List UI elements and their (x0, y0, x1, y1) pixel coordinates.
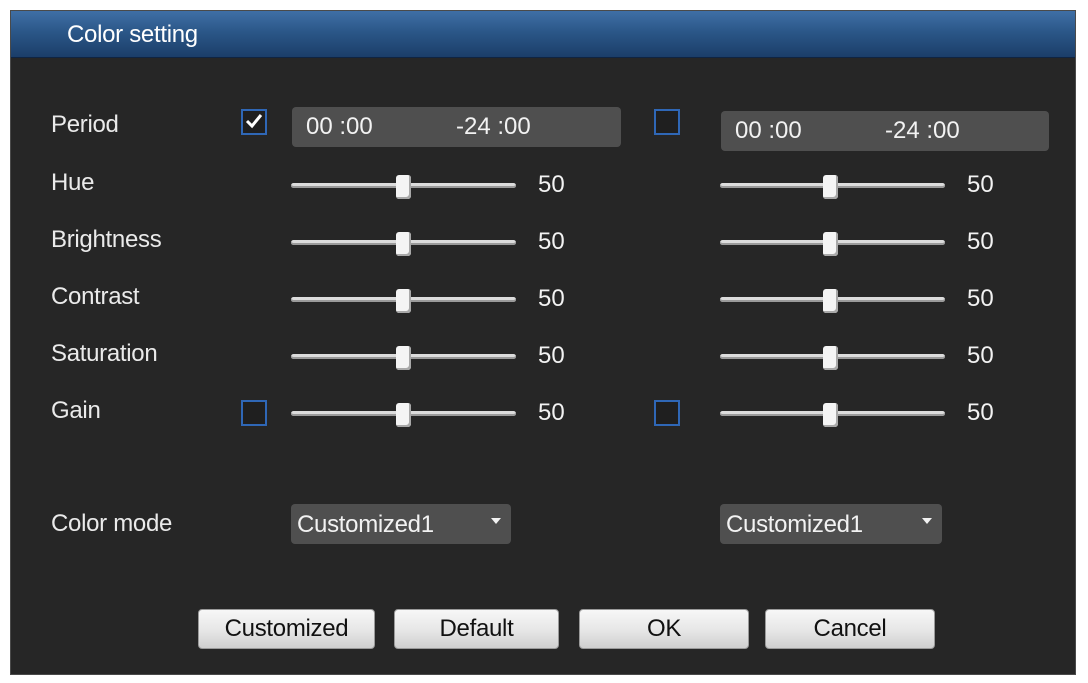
period2-end-time: -24 :00 (885, 117, 960, 144)
gain-value-1: 50 (538, 399, 565, 426)
hue-value-2: 50 (967, 171, 994, 198)
hue-label: Hue (51, 169, 95, 196)
ok-button[interactable]: OK (579, 609, 749, 649)
brightness-value-1: 50 (538, 228, 565, 255)
contrast-value-1: 50 (538, 285, 565, 312)
color-mode-label: Color mode (51, 510, 173, 537)
slider-thumb[interactable] (823, 232, 838, 256)
contrast-label: Contrast (51, 283, 140, 310)
slider-thumb[interactable] (396, 346, 411, 370)
chevron-down-icon (491, 518, 501, 524)
color-mode-value-1: Customized1 (297, 511, 434, 538)
period-label: Period (51, 111, 119, 138)
period1-end-time: -24 :00 (456, 113, 531, 140)
slider-thumb[interactable] (823, 346, 838, 370)
saturation-value-1: 50 (538, 342, 565, 369)
color-mode-select-2[interactable]: Customized1 (720, 504, 942, 544)
slider-thumb[interactable] (823, 289, 838, 313)
gain2-checkbox[interactable] (654, 400, 680, 426)
brightness-label: Brightness (51, 226, 162, 253)
contrast-slider-1[interactable] (291, 289, 516, 313)
gain-slider-1[interactable] (291, 403, 516, 427)
color-mode-value-2: Customized1 (726, 511, 863, 538)
hue-slider-1[interactable] (291, 175, 516, 199)
saturation-slider-2[interactable] (720, 346, 945, 370)
brightness-value-2: 50 (967, 228, 994, 255)
period2-time-field[interactable]: 00 :00 -24 :00 (721, 111, 1049, 151)
default-button[interactable]: Default (394, 609, 559, 649)
period1-start-time: 00 :00 (306, 113, 373, 140)
saturation-value-2: 50 (967, 342, 994, 369)
slider-thumb[interactable] (396, 232, 411, 256)
slider-thumb[interactable] (823, 175, 838, 199)
customized-button[interactable]: Customized (198, 609, 375, 649)
gain-label: Gain (51, 397, 101, 424)
chevron-down-icon (922, 518, 932, 524)
color-mode-select-1[interactable]: Customized1 (291, 504, 511, 544)
gain-slider-2[interactable] (720, 403, 945, 427)
contrast-slider-2[interactable] (720, 289, 945, 313)
gain-value-2: 50 (967, 399, 994, 426)
gain1-checkbox[interactable] (241, 400, 267, 426)
period2-checkbox[interactable] (654, 109, 680, 135)
check-icon (245, 114, 263, 129)
period2-start-time: 00 :00 (735, 117, 802, 144)
saturation-label: Saturation (51, 340, 158, 367)
brightness-slider-2[interactable] (720, 232, 945, 256)
hue-value-1: 50 (538, 171, 565, 198)
dialog-title: Color setting (67, 21, 198, 48)
slider-thumb[interactable] (396, 403, 411, 427)
period1-checkbox[interactable] (241, 109, 267, 135)
contrast-value-2: 50 (967, 285, 994, 312)
slider-thumb[interactable] (823, 403, 838, 427)
saturation-slider-1[interactable] (291, 346, 516, 370)
title-bar: Color setting (11, 11, 1075, 58)
brightness-slider-1[interactable] (291, 232, 516, 256)
cancel-button[interactable]: Cancel (765, 609, 935, 649)
color-setting-dialog: Color setting Period Hue Brightness Cont… (10, 10, 1076, 675)
hue-slider-2[interactable] (720, 175, 945, 199)
slider-thumb[interactable] (396, 289, 411, 313)
period1-time-field[interactable]: 00 :00 -24 :00 (292, 107, 621, 147)
slider-thumb[interactable] (396, 175, 411, 199)
